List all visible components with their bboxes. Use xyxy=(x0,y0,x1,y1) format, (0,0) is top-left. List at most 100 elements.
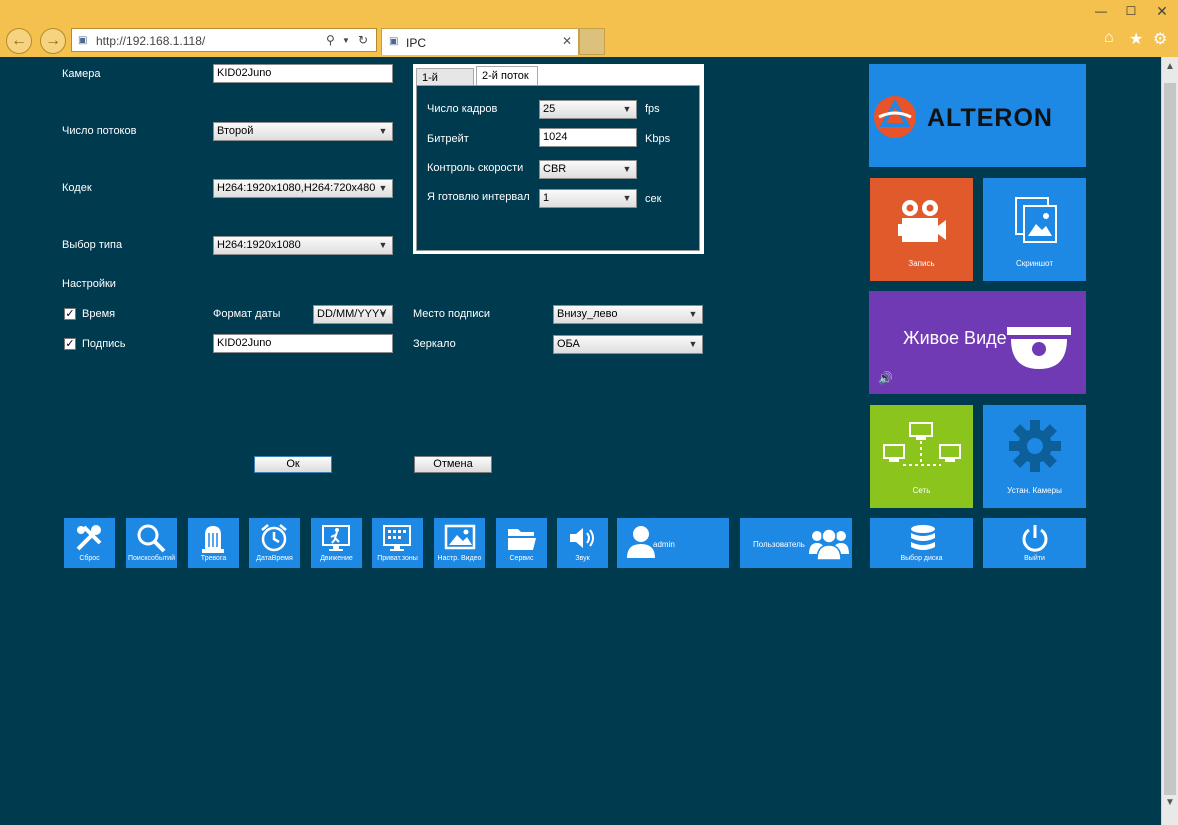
chevron-down-icon: ▼ xyxy=(688,309,698,319)
tab-stream-1[interactable]: 1-й поток xyxy=(416,68,474,96)
back-button[interactable]: ← xyxy=(6,28,32,54)
new-tab-button[interactable] xyxy=(579,28,605,55)
live-video-label: Живое Виде xyxy=(903,328,1007,348)
service-caption: Сервис xyxy=(509,555,534,562)
caption-text-input[interactable]: KID02Juno xyxy=(213,334,393,353)
service-tile[interactable]: Сервис xyxy=(496,518,547,568)
rate-control-select[interactable]: CBR ▼ xyxy=(539,160,637,179)
chevron-down-icon: ▼ xyxy=(378,126,388,136)
type-select[interactable]: H264:1920x1080 ▼ xyxy=(213,236,393,255)
network-tile[interactable]: Сеть xyxy=(870,405,973,508)
scroll-up-icon[interactable]: ▲ xyxy=(1162,61,1178,72)
camera-name-input[interactable]: KID02Juno xyxy=(213,64,393,83)
camera-settings-tile[interactable]: Устан. Камеры xyxy=(983,405,1086,508)
mirror-label: Зеркало xyxy=(413,338,456,350)
tools-icon xyxy=(76,525,102,551)
close-tab-icon[interactable]: ✕ xyxy=(562,34,572,48)
disk-select-tile[interactable]: Выбор диска xyxy=(870,518,973,568)
minimize-button[interactable]: — xyxy=(1086,0,1116,22)
siren-icon xyxy=(202,526,224,553)
streams-label: Число потоков xyxy=(62,125,137,137)
screenshot-tile[interactable]: Скриншот xyxy=(983,178,1086,281)
scroll-down-icon[interactable]: ▼ xyxy=(1162,797,1178,808)
speaker-icon[interactable]: 🔊 xyxy=(878,371,893,385)
refresh-icon[interactable]: ↻ xyxy=(358,33,368,47)
chevron-down-icon: ▼ xyxy=(622,164,632,174)
reset-tile[interactable]: Сброс xyxy=(64,518,115,568)
privacy-zones-tile[interactable]: Приват.зоны xyxy=(372,518,423,568)
privacy-mask-icon xyxy=(383,525,411,551)
tab-stream-2[interactable]: 2-й поток xyxy=(476,66,538,86)
interval-value: 1 xyxy=(543,192,550,204)
fps-value: 25 xyxy=(543,103,556,115)
motion-detection-icon xyxy=(322,525,350,551)
search-icon xyxy=(137,524,166,553)
bitrate-input[interactable]: 1024 xyxy=(539,128,637,147)
ok-button[interactable]: Ок xyxy=(254,456,332,473)
favorites-star-icon[interactable]: ★ xyxy=(1129,29,1143,49)
datetime-caption: ДатаВремя xyxy=(256,555,293,562)
mirror-select[interactable]: ОБА ▼ xyxy=(553,335,703,354)
video-settings-caption: Настр. Видео xyxy=(437,555,482,562)
gear-icon xyxy=(1009,420,1061,472)
record-tile[interactable]: Запись xyxy=(870,178,973,281)
motion-caption: Движение xyxy=(320,555,353,562)
users-group-icon xyxy=(809,528,849,561)
alteron-logo-tile: ALTERON xyxy=(869,64,1086,167)
exit-tile[interactable]: Выйти xyxy=(983,518,1086,568)
network-icon xyxy=(883,422,961,466)
alarm-caption: Тревога xyxy=(200,555,227,562)
close-window-button[interactable]: ✕ xyxy=(1146,0,1178,22)
settings-heading: Настройки xyxy=(62,278,116,290)
bitrate-unit: Kbps xyxy=(645,133,671,145)
dropdown-icon[interactable]: ▼ xyxy=(342,36,350,45)
stream-settings-panel: 1-й поток 2-й поток xyxy=(413,64,704,254)
scroll-thumb[interactable] xyxy=(1164,83,1176,795)
interval-select[interactable]: 1 ▼ xyxy=(539,189,637,208)
caption-label: Подпись xyxy=(82,338,126,350)
datetime-tile[interactable]: ДатаВремя xyxy=(249,518,300,568)
streams-select[interactable]: Второй ▼ xyxy=(213,122,393,141)
date-format-select[interactable]: DD/MM/YYYY ▼ xyxy=(313,305,393,324)
users-caption: Пользователь xyxy=(753,540,805,549)
event-search-tile[interactable]: Поисксобытий xyxy=(126,518,177,568)
browser-tab[interactable]: ▣ IPC ✕ xyxy=(381,28,579,55)
codec-label: Кодек xyxy=(62,182,92,194)
settings-gear-icon[interactable]: ⚙ xyxy=(1153,29,1167,49)
search-icon[interactable]: ⚲ xyxy=(326,33,335,47)
privacy-zones-caption: Приват.зоны xyxy=(377,555,418,562)
page-favicon-icon: ▣ xyxy=(78,35,88,46)
folder-icon xyxy=(508,529,536,550)
maximize-button[interactable]: ☐ xyxy=(1116,0,1146,22)
alarm-tile[interactable]: Тревога xyxy=(188,518,239,568)
mirror-value: ОБА xyxy=(557,338,580,350)
alteron-logo-text: ALTERON xyxy=(927,104,1053,132)
screenshot-caption: Скриншот xyxy=(1016,259,1053,268)
codec-select[interactable]: H264:1920x1080,H264:720x480 ▼ xyxy=(213,179,393,198)
screenshot-icon xyxy=(1015,197,1057,243)
time-checkbox[interactable]: ✓ xyxy=(64,308,76,320)
fps-unit: fps xyxy=(645,103,660,115)
fps-label: Число кадров xyxy=(427,103,498,115)
caption-checkbox[interactable]: ✓ xyxy=(64,338,76,350)
home-icon[interactable]: ⌂ xyxy=(1104,29,1114,47)
network-caption: Сеть xyxy=(912,486,931,495)
admin-tile[interactable]: admin xyxy=(617,518,729,568)
caption-place-label: Место подписи xyxy=(413,308,490,320)
forward-button[interactable]: → xyxy=(40,28,66,54)
fps-select[interactable]: 25 ▼ xyxy=(539,100,637,119)
caption-place-select[interactable]: Внизу_лево ▼ xyxy=(553,305,703,324)
motion-tile[interactable]: Движение xyxy=(311,518,362,568)
video-settings-tile[interactable]: Настр. Видео xyxy=(434,518,485,568)
arrow-left-icon: ← xyxy=(11,32,27,49)
users-tile[interactable]: Пользователь xyxy=(740,518,852,568)
exit-caption: Выйти xyxy=(1024,555,1045,562)
address-bar[interactable]: ▣ http://192.168.1.118/ ⚲ ▼ ↻ xyxy=(71,28,377,52)
live-video-tile[interactable]: Живое Виде 🔊 xyxy=(869,291,1086,394)
vertical-scrollbar[interactable]: ▲ ▼ xyxy=(1161,57,1178,825)
sound-tile[interactable]: Звук xyxy=(557,518,608,568)
alteron-logo-icon xyxy=(874,96,916,138)
cancel-button[interactable]: Отмена xyxy=(414,456,492,473)
address-url[interactable]: http://192.168.1.118/ xyxy=(96,34,205,48)
tab-favicon-icon: ▣ xyxy=(389,36,399,47)
